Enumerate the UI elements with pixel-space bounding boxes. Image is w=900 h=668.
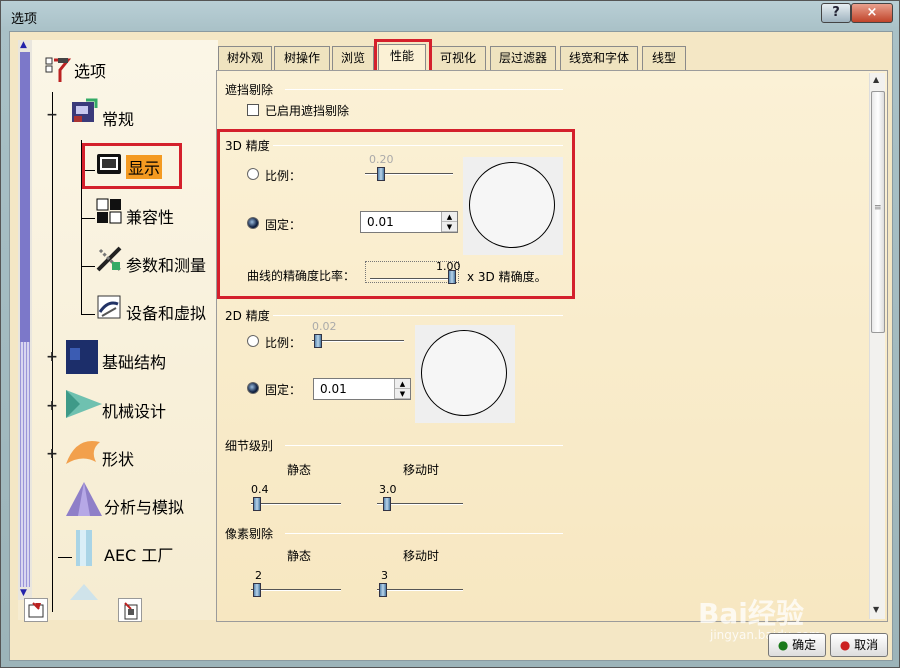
cancel-icon: ● xyxy=(839,638,851,652)
tree-item-general[interactable]: 常规 xyxy=(102,106,134,130)
options-root-icon xyxy=(44,56,72,84)
tab-strip: 树外观 树操作 浏览 性能 可视化 层过滤器 线宽和字体 线型 xyxy=(216,39,888,77)
performance-page: ▲ ≡ ▼ 遮挡剔除 已启用遮挡剔除 3D 精度 比例： 0.20 固定： 0.… xyxy=(216,70,888,622)
pixel-culling-static-label: 静态 xyxy=(287,549,312,563)
tree-item-aec-plant[interactable]: AEC 工厂 xyxy=(104,542,173,566)
options-panel: 树外观 树操作 浏览 性能 可视化 层过滤器 线宽和字体 线型 ▲ ≡ ▼ 遮挡… xyxy=(216,39,888,622)
pixel-culling-moving-slider[interactable]: 3 xyxy=(377,569,463,597)
dialog-client: ▲ ▼ 选项 − 常规 显示 兼容性 参数和测量 设备和虚拟 + 基础结构 + … xyxy=(9,31,893,661)
pixel-culling-moving-label: 移动时 xyxy=(403,549,440,563)
close-button[interactable]: × xyxy=(851,3,893,23)
general-icon xyxy=(70,98,98,126)
expand-icon[interactable]: + xyxy=(46,399,58,413)
lod-moving-slider[interactable]: 3.0 xyxy=(377,483,463,511)
aec-plant-icon xyxy=(70,530,98,566)
watermark-brand: Bai经验 xyxy=(698,597,804,630)
highlight-box-display xyxy=(82,143,182,189)
precision-2d-fixed-label: 固定： xyxy=(265,383,302,397)
tree-item-infrastructure[interactable]: 基础结构 xyxy=(102,349,166,373)
import-settings-icon[interactable] xyxy=(24,598,48,622)
parameters-icon xyxy=(96,246,124,274)
help-button[interactable]: ? xyxy=(821,3,851,23)
expand-icon[interactable]: + xyxy=(46,447,58,461)
compatibility-icon xyxy=(96,198,124,226)
precision-2d-preview xyxy=(415,325,515,423)
occlusion-checkbox-label: 已启用遮挡剔除 xyxy=(265,104,350,118)
scroll-up-arrow-icon[interactable]: ▲ xyxy=(20,40,27,50)
options-dialog: 选项 ? × ▲ ▼ 选项 − 常规 显示 兼容性 参数和测量 设备和虚拟 + … xyxy=(0,0,900,668)
cancel-label: 取消 xyxy=(854,638,879,652)
tab-visualization[interactable]: 可视化 xyxy=(430,46,486,70)
occlusion-section-title: 遮挡剔除 xyxy=(225,83,274,97)
partial-tree-icon xyxy=(70,580,98,600)
scroll-up-arrow-icon[interactable]: ▲ xyxy=(873,75,879,84)
window-title: 选项 xyxy=(11,12,38,27)
tree-item-devices[interactable]: 设备和虚拟 xyxy=(126,300,206,324)
shape-icon xyxy=(66,436,102,468)
scroll-down-arrow-icon[interactable]: ▼ xyxy=(873,605,879,614)
analysis-simulation-icon xyxy=(66,482,102,516)
lod-title: 细节级别 xyxy=(225,439,274,453)
lod-static-slider[interactable]: 0.4 xyxy=(251,483,341,511)
precision-2d-ratio-slider[interactable]: 0.02 xyxy=(312,320,404,348)
ok-icon: ● xyxy=(777,638,789,652)
ok-label: 确定 xyxy=(792,638,817,652)
precision-2d-ratio-radio[interactable] xyxy=(247,335,259,347)
title-bar: 选项 ? × xyxy=(1,1,900,31)
tab-layer-filter[interactable]: 层过滤器 xyxy=(490,46,556,70)
tab-navigation[interactable]: 浏览 xyxy=(332,46,374,70)
devices-icon xyxy=(96,294,124,322)
tree-scroll-thumb[interactable] xyxy=(20,52,30,342)
expand-icon[interactable]: + xyxy=(46,350,58,364)
tree-item-shape[interactable]: 形状 xyxy=(102,446,134,470)
cancel-button[interactable]: ● 取消 xyxy=(830,633,888,657)
tree-item-compatibility[interactable]: 兼容性 xyxy=(126,204,174,228)
tree-item-parameters[interactable]: 参数和测量 xyxy=(126,252,206,276)
spin-down-icon[interactable]: ▼ xyxy=(395,389,410,399)
tree-item-analysis-simulation[interactable]: 分析与模拟 xyxy=(104,494,184,518)
tab-line-thickness-font[interactable]: 线宽和字体 xyxy=(560,46,638,70)
precision-2d-fixed-input[interactable]: 0.01 ▲ ▼ xyxy=(313,378,411,400)
options-tree: ▲ ▼ 选项 − 常规 显示 兼容性 参数和测量 设备和虚拟 + 基础结构 + … xyxy=(18,40,218,620)
highlight-box-3d-precision xyxy=(217,129,575,299)
tree-item-mechanical-design[interactable]: 机械设计 xyxy=(102,398,166,422)
tab-tree-manipulation[interactable]: 树操作 xyxy=(274,46,330,70)
precision-2d-fixed-radio[interactable] xyxy=(247,382,259,394)
lod-moving-label: 移动时 xyxy=(403,463,440,477)
pixel-culling-title: 像素剔除 xyxy=(225,527,274,541)
grip-icon: ≡ xyxy=(874,203,882,213)
ok-button[interactable]: ● 确定 xyxy=(768,633,826,657)
mechanical-design-icon xyxy=(66,390,102,420)
tree-root-label[interactable]: 选项 xyxy=(74,58,106,82)
occlusion-checkbox[interactable] xyxy=(247,104,259,116)
tab-tree-appearance[interactable]: 树外观 xyxy=(218,46,272,70)
tree-scrollbar[interactable]: ▲ ▼ xyxy=(18,40,32,600)
scroll-down-arrow-icon[interactable]: ▼ xyxy=(20,588,27,598)
export-settings-icon[interactable] xyxy=(118,598,142,622)
spin-up-icon[interactable]: ▲ xyxy=(395,379,410,389)
tab-line-type[interactable]: 线型 xyxy=(642,46,686,70)
collapse-icon[interactable]: − xyxy=(46,108,58,122)
lod-static-label: 静态 xyxy=(287,463,312,477)
precision-2d-title: 2D 精度 xyxy=(225,309,270,323)
precision-2d-ratio-label: 比例： xyxy=(265,336,302,350)
pixel-culling-static-slider[interactable]: 2 xyxy=(251,569,341,597)
infrastructure-icon xyxy=(66,340,98,374)
page-scrollbar[interactable]: ▲ ≡ ▼ xyxy=(869,73,885,619)
